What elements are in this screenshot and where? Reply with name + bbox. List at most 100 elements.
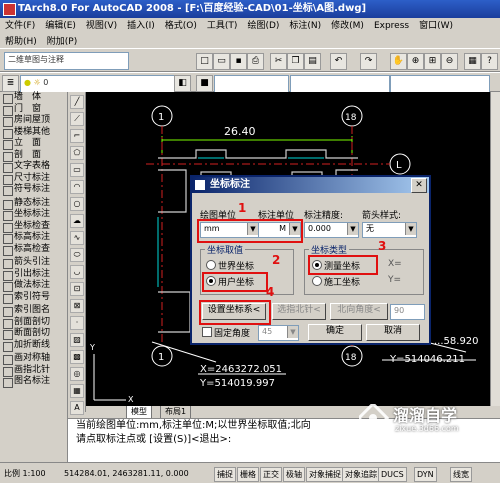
help-icon[interactable]: ? [481,53,498,70]
sidebar-item[interactable]: 画对称轴 [0,353,67,365]
pan-icon[interactable]: ✋ [390,53,407,70]
ok-button[interactable]: 确定 [308,324,362,341]
sidebar-item[interactable]: 做法标注 [0,280,67,292]
layer-manager-icon[interactable]: ≣ [2,75,19,92]
polygon-icon[interactable]: ⬠ [70,146,84,160]
sidebar-item[interactable]: 坐标标注 [0,209,67,221]
arc-icon[interactable]: ◠ [70,180,84,194]
spline-icon[interactable]: ∿ [70,231,84,245]
menu-item[interactable]: 工具(T) [202,18,243,34]
line-icon[interactable]: ╱ [70,95,84,109]
sidebar-item[interactable]: 标高标注 [0,232,67,244]
layer-previous-icon[interactable]: ◧ [174,75,191,92]
status-toggle-button[interactable]: 线宽 [450,467,472,482]
revision-cloud-icon[interactable]: ☁ [70,214,84,228]
sidebar-item[interactable]: 标高检查 [0,244,67,256]
cancel-button[interactable]: 取消 [366,324,420,341]
menu-item[interactable]: Express [369,18,414,34]
menu-item[interactable]: 插入(I) [122,18,160,34]
region-icon[interactable]: ◎ [70,367,84,381]
construct-coord-radio[interactable]: 施工坐标 [312,275,360,288]
copy-icon[interactable]: ❐ [287,53,304,70]
redo-icon[interactable]: ↷ [360,53,377,70]
properties-icon[interactable]: ▦ [464,53,481,70]
sidebar-item[interactable]: 加折断线 [0,340,67,352]
zoom-previous-icon[interactable]: ⊖ [441,53,458,70]
world-coord-radio[interactable]: 世界坐标 [206,259,254,272]
menu-item[interactable]: 视图(V) [81,18,122,34]
precision-select[interactable]: 0.000 ▼ [304,222,359,238]
sidebar-item[interactable]: 门 窗 [0,104,67,116]
linetype-combo[interactable] [290,75,390,93]
print-icon[interactable]: ⎙ [247,53,264,70]
sidebar-item[interactable]: 符号标注 [0,184,67,196]
menu-item[interactable]: 绘图(D) [242,18,284,34]
sidebar-item[interactable]: 房间屋顶 [0,115,67,127]
open-icon[interactable]: ▭ [213,53,230,70]
sidebar-item[interactable]: 立 面 [0,138,67,150]
sidebar-item[interactable]: 文字表格 [0,161,67,173]
status-toggle-button[interactable]: 对象捕捉 [306,467,344,482]
sidebar-item[interactable]: 索引图名 [0,305,67,317]
new-icon[interactable]: □ [196,53,213,70]
paste-icon[interactable]: ▤ [304,53,321,70]
sidebar-item[interactable]: 楼梯其他 [0,127,67,139]
sidebar-item[interactable]: 引出标注 [0,269,67,281]
table-icon[interactable]: ▦ [70,384,84,398]
layer-combo[interactable]: ● ☼ 0 [20,75,175,93]
sidebar-item[interactable]: 索引符号 [0,292,67,304]
status-toggle-button[interactable]: 极轴 [283,467,305,482]
status-toggle-button[interactable]: 捕捉 [214,467,236,482]
ellipse-icon[interactable]: ⬭ [70,248,84,262]
status-toggle-button[interactable]: DYN [414,467,437,482]
menu-item[interactable]: 修改(M) [326,18,369,34]
undo-icon[interactable]: ↶ [330,53,347,70]
gradient-icon[interactable]: ▩ [70,350,84,364]
sidebar-item[interactable]: 画指北针 [0,365,67,377]
rectangle-icon[interactable]: ▭ [70,163,84,177]
menu-item[interactable]: 文件(F) [0,18,40,34]
sidebar-item[interactable]: 坐标检查 [0,221,67,233]
sidebar-item[interactable]: 图名标注 [0,376,67,388]
sidebar-item[interactable]: 箭头引注 [0,257,67,269]
close-icon[interactable]: ✕ [411,178,427,193]
status-toggle-button[interactable]: 对象追踪 [342,467,380,482]
menu-item[interactable]: 编辑(E) [40,18,81,34]
color-icon[interactable]: ■ [196,75,213,92]
zoom-icon[interactable]: ⊕ [407,53,424,70]
sidebar-item[interactable]: 尺寸标注 [0,173,67,185]
sidebar-item[interactable]: 剖 面 [0,150,67,162]
workspace-combo[interactable]: 二维草图与注释 [4,52,129,70]
vertical-scrollbar[interactable] [490,92,500,406]
sidebar-item[interactable]: 静态标注 [0,198,67,210]
hatch-icon[interactable]: ▨ [70,333,84,347]
insert-block-icon[interactable]: ⊡ [70,282,84,296]
lineweight-combo[interactable] [390,75,490,93]
arrow-style-select[interactable]: 无 ▼ [362,222,417,238]
make-block-icon[interactable]: ⊠ [70,299,84,313]
fixed-angle-checkbox[interactable]: 固定角度 [202,326,250,339]
pick-north-button[interactable]: 选指北针< [272,303,326,320]
north-angle-input[interactable]: 90 [390,304,425,320]
zoom-window-icon[interactable]: ⊞ [424,53,441,70]
menu-item[interactable]: 窗口(W) [414,18,458,34]
menu-item[interactable]: 格式(O) [160,18,202,34]
circle-icon[interactable]: ○ [70,197,84,211]
status-toggle-button[interactable]: DUCS [378,467,407,482]
mtext-icon[interactable]: A [70,401,84,415]
save-icon[interactable]: ▪ [230,53,247,70]
status-toggle-button[interactable]: 栅格 [237,467,259,482]
north-angle-button[interactable]: 北向角度< [330,303,388,320]
sidebar-item[interactable]: 剖面剖切 [0,317,67,329]
status-toggle-button[interactable]: 正交 [260,467,282,482]
sidebar-item[interactable]: 断面剖切 [0,328,67,340]
cut-icon[interactable]: ✂ [270,53,287,70]
sidebar-item[interactable]: 墙 体 [0,92,67,104]
menu-item[interactable]: 标注(N) [284,18,326,34]
ellipse-arc-icon[interactable]: ◡ [70,265,84,279]
construction-line-icon[interactable]: ⟋ [70,112,84,126]
color-combo[interactable] [214,75,289,93]
point-icon[interactable]: · [70,316,84,330]
fixed-angle-select[interactable]: 45 ▼ [258,325,299,341]
polyline-icon[interactable]: ⌐ [70,129,84,143]
